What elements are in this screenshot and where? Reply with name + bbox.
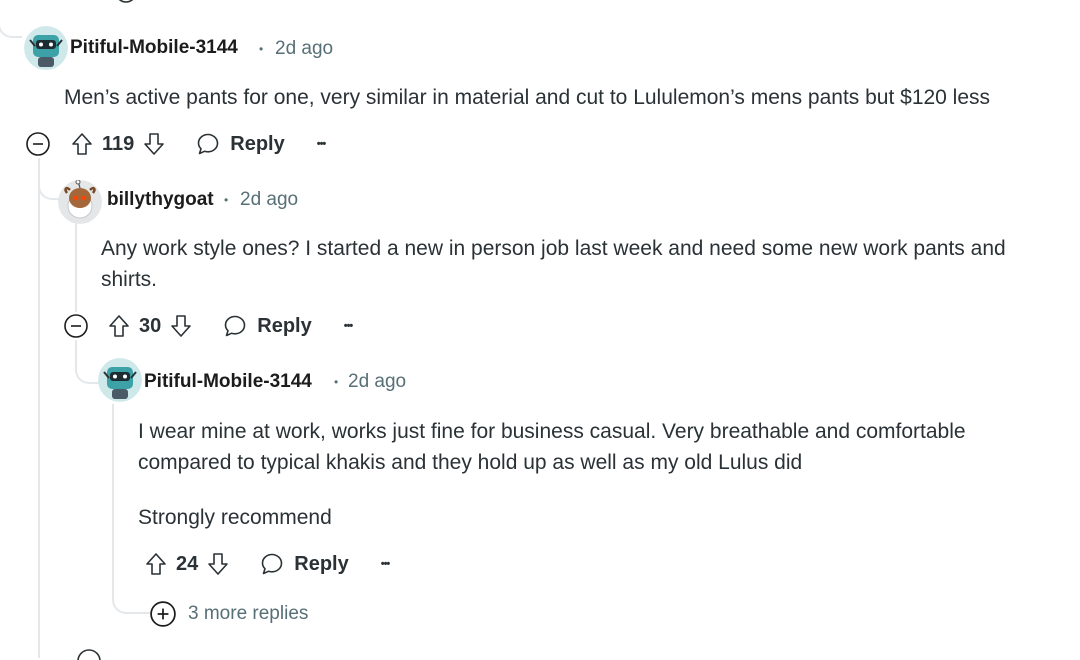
- thread-elbow-comment-2: [38, 168, 60, 200]
- thread-line-level-2: [112, 404, 114, 598]
- comment-paragraph: Men’s active pants for one, very similar…: [64, 86, 991, 109]
- downvote-button[interactable]: [206, 546, 230, 582]
- comment-author[interactable]: Pitiful-Mobile-3144: [70, 37, 238, 59]
- comment-timestamp[interactable]: 2d ago: [348, 371, 406, 393]
- downvote-button[interactable]: [142, 126, 166, 162]
- comment-body: I wear mine at work, works just fine for…: [138, 416, 1038, 533]
- comment-body: Any work style ones? I started a new in …: [101, 233, 1036, 295]
- reply-label: Reply: [257, 314, 312, 337]
- thread-elbow-top: [0, 0, 22, 38]
- avatar[interactable]: [98, 358, 142, 402]
- upvote-arrow-icon: [146, 553, 166, 575]
- partial-collapse-icon-bottom: [77, 649, 101, 660]
- comment-paragraph: Strongly recommend: [138, 506, 332, 529]
- snoo-robot-avatar-icon: [24, 26, 68, 70]
- partial-icon-top: [118, 0, 134, 3]
- avatar[interactable]: [58, 180, 102, 224]
- avatar[interactable]: [24, 26, 68, 70]
- more-options-button[interactable]: •••: [344, 320, 354, 332]
- downvote-arrow-icon: [171, 315, 192, 337]
- thread-elbow-more-replies: [112, 588, 150, 614]
- upvote-arrow-icon: [109, 315, 129, 337]
- comment-actions: 24 Reply •••: [144, 546, 391, 582]
- upvote-button[interactable]: [70, 126, 94, 162]
- upvote-button[interactable]: [107, 308, 131, 344]
- comment-timestamp[interactable]: 2d ago: [275, 38, 333, 60]
- comment-timestamp[interactable]: 2d ago: [240, 189, 298, 211]
- vote-count: 119: [102, 132, 135, 155]
- vote-count: 24: [176, 552, 199, 575]
- downvote-button[interactable]: [169, 308, 193, 344]
- reply-button[interactable]: Reply: [223, 314, 312, 338]
- reply-button[interactable]: Reply: [260, 552, 349, 576]
- snoo-robot-avatar-icon: [98, 358, 142, 402]
- snoo-goat-avatar-icon: [58, 180, 102, 224]
- comment-author[interactable]: Pitiful-Mobile-3144: [144, 371, 312, 393]
- comment-author[interactable]: billythygoat: [107, 189, 214, 211]
- upvote-button[interactable]: [144, 546, 168, 582]
- comment-actions: 119 Reply •••: [70, 126, 327, 162]
- more-options-button[interactable]: •••: [317, 138, 327, 150]
- thread-line-level-1: [75, 222, 77, 312]
- more-replies-button[interactable]: 3 more replies: [150, 601, 308, 627]
- comment-body: Men’s active pants for one, very similar…: [64, 82, 1064, 113]
- plus-circle-icon: [150, 601, 176, 627]
- speech-bubble-icon: [224, 315, 246, 337]
- speech-bubble-icon: [197, 133, 219, 155]
- collapse-thread-icon[interactable]: [26, 132, 50, 156]
- thread-line-root: [38, 158, 40, 658]
- thread-elbow-comment-3: [75, 340, 99, 384]
- downvote-arrow-icon: [144, 133, 165, 155]
- meta-separator: •: [224, 193, 229, 207]
- upvote-arrow-icon: [72, 133, 92, 155]
- collapse-thread-icon[interactable]: [64, 314, 88, 338]
- reply-label: Reply: [294, 552, 349, 575]
- speech-bubble-icon: [261, 553, 283, 575]
- comment-paragraph: I wear mine at work, works just fine for…: [138, 420, 966, 474]
- meta-separator: •: [334, 375, 339, 389]
- meta-separator: •: [259, 42, 264, 56]
- reply-button[interactable]: Reply: [196, 132, 285, 156]
- more-replies-label: 3 more replies: [188, 603, 309, 624]
- reply-label: Reply: [230, 132, 285, 155]
- more-options-button[interactable]: •••: [381, 558, 391, 570]
- comment-actions: 30 Reply •••: [107, 308, 354, 344]
- downvote-arrow-icon: [208, 553, 229, 575]
- comment-paragraph: Any work style ones? I started a new in …: [101, 237, 1006, 291]
- vote-count: 30: [139, 314, 162, 337]
